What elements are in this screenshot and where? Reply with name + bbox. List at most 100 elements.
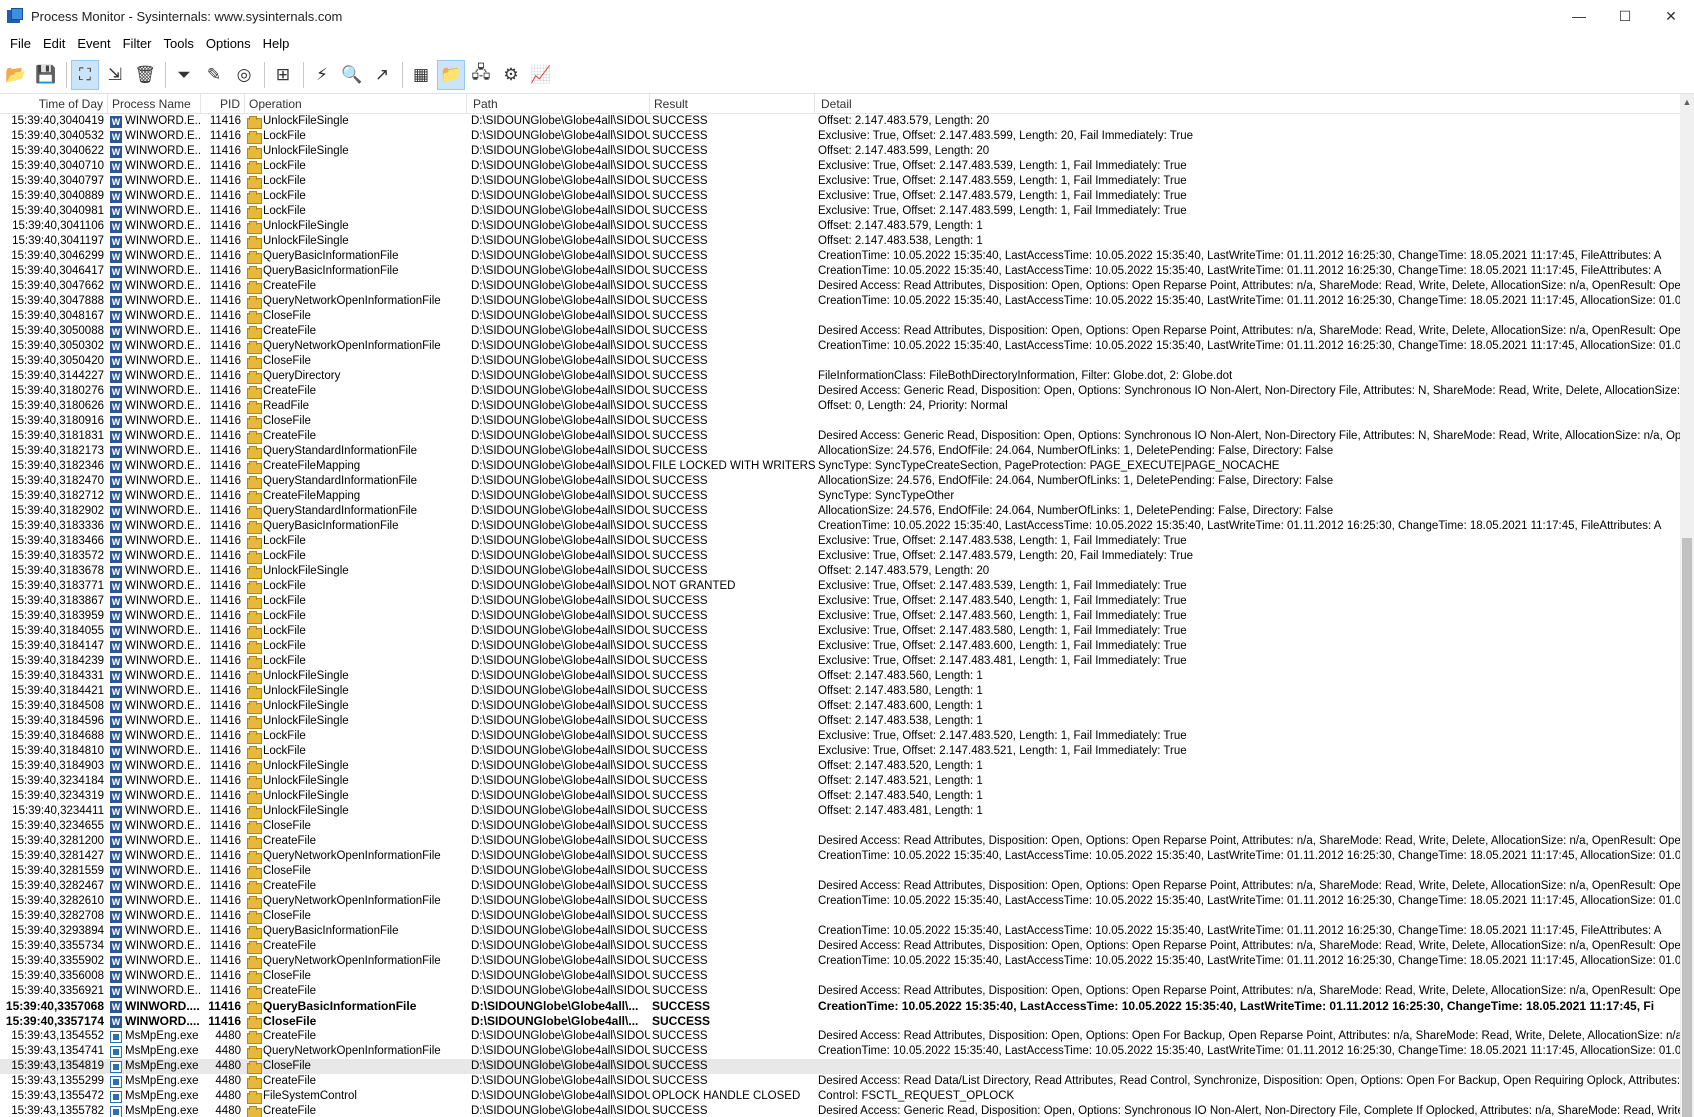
table-row[interactable]: 15:39:40,3355902 W WINWORD.E... 11416 QueryN… <box>0 954 1680 969</box>
table-row[interactable]: 15:39:40,3183336 W WINWORD.E... 11416 QueryB… <box>0 519 1680 534</box>
registry-activity-button[interactable]: ▦ <box>407 60 435 90</box>
table-row[interactable]: 15:39:40,3281200 W WINWORD.E... 11416 Create… <box>0 834 1680 849</box>
table-row[interactable]: 15:39:40,3182470 W WINWORD.E... 11416 QueryS… <box>0 474 1680 489</box>
table-row[interactable]: 15:39:40,3357068 W WINWORD.... 11416 QueryBa… <box>0 999 1680 1014</box>
network-activity-button[interactable]: 🖧 <box>467 60 495 90</box>
column-header-time[interactable]: Time of Day <box>0 94 108 114</box>
menu-file[interactable]: File <box>4 34 37 53</box>
jump-button[interactable]: ↗ <box>368 60 396 90</box>
vertical-scrollbar[interactable]: ▲ <box>1680 94 1694 1117</box>
menu-event[interactable]: Event <box>71 34 116 53</box>
table-row[interactable]: 15:39:40,3180626 W WINWORD.E... 11416 ReadFi… <box>0 399 1680 414</box>
table-row[interactable]: 15:39:40,3144227 W WINWORD.E... 11416 QueryD… <box>0 369 1680 384</box>
table-row[interactable]: 15:39:40,3281427 W WINWORD.E... 11416 QueryN… <box>0 849 1680 864</box>
menu-tools[interactable]: Tools <box>158 34 200 53</box>
table-row[interactable]: 15:39:40,3183466 W WINWORD.E... 11416 LockFi… <box>0 534 1680 549</box>
scrollbar-thumb[interactable] <box>1682 538 1692 1117</box>
table-row[interactable]: 15:39:40,3282610 W WINWORD.E... 11416 QueryN… <box>0 894 1680 909</box>
clear-button[interactable]: 🗑 <box>131 60 159 90</box>
table-row[interactable]: 15:39:43,1354552 MsMpEng.exe 4480 CreateFil… <box>0 1029 1680 1044</box>
filter-button[interactable]: ⏷ <box>170 60 198 90</box>
table-row[interactable]: 15:39:40,3183678 W WINWORD.E... 11416 Unlock… <box>0 564 1680 579</box>
table-row[interactable]: 15:39:40,3183959 W WINWORD.E... 11416 LockFi… <box>0 609 1680 624</box>
menu-options[interactable]: Options <box>200 34 257 53</box>
table-row[interactable]: 15:39:40,3040532 W WINWORD.E... 11416 LockFi… <box>0 129 1680 144</box>
table-row[interactable]: 15:39:40,3182712 W WINWORD.E... 11416 Create… <box>0 489 1680 504</box>
close-button[interactable]: ✕ <box>1648 0 1694 32</box>
table-row[interactable]: 15:39:40,3182173 W WINWORD.E... 11416 QueryS… <box>0 444 1680 459</box>
table-row[interactable]: 15:39:40,3040797 W WINWORD.E... 11416 LockFi… <box>0 174 1680 189</box>
table-row[interactable]: 15:39:40,3046299 W WINWORD.E... 11416 QueryB… <box>0 249 1680 264</box>
table-row[interactable]: 15:39:40,3040622 W WINWORD.E... 11416 Unlock… <box>0 144 1680 159</box>
table-row[interactable]: 15:39:43,1354741 MsMpEng.exe 4480 QueryNetw… <box>0 1044 1680 1059</box>
table-row[interactable]: 15:39:40,3184421 W WINWORD.E... 11416 Unlock… <box>0 684 1680 699</box>
table-row[interactable]: 15:39:40,3356921 W WINWORD.E... 11416 Create… <box>0 984 1680 999</box>
minimize-button[interactable]: — <box>1556 0 1602 32</box>
table-row[interactable]: 15:39:40,3041197 W WINWORD.E... 11416 Unlock… <box>0 234 1680 249</box>
highlight-button[interactable]: ✎ <box>200 60 228 90</box>
table-row[interactable]: 15:39:40,3040981 W WINWORD.E... 11416 LockFi… <box>0 204 1680 219</box>
process-tree-button[interactable]: ⊞ <box>269 60 297 90</box>
table-row[interactable]: 15:39:40,3184331 W WINWORD.E... 11416 Unlock… <box>0 669 1680 684</box>
events-button[interactable]: ⚡ <box>308 60 336 90</box>
table-row[interactable]: 15:39:40,3184810 W WINWORD.E... 11416 LockFi… <box>0 744 1680 759</box>
open-button[interactable]: 📂 <box>2 60 30 90</box>
table-row[interactable]: 15:39:43,1354819 MsMpEng.exe 4480 CloseFile… <box>0 1059 1680 1074</box>
profiling-activity-button[interactable]: 📈 <box>527 60 555 90</box>
table-row[interactable]: 15:39:40,3046417 W WINWORD.E... 11416 QueryB… <box>0 264 1680 279</box>
column-header-detail[interactable]: Detail <box>815 94 1680 114</box>
table-row[interactable]: 15:39:40,3183572 W WINWORD.E... 11416 LockFi… <box>0 549 1680 564</box>
table-row[interactable]: 15:39:40,3183771 W WINWORD.E... 11416 LockFi… <box>0 579 1680 594</box>
table-row[interactable]: 15:39:40,3356008 W WINWORD.E... 11416 CloseF… <box>0 969 1680 984</box>
table-row[interactable]: 15:39:40,3184508 W WINWORD.E... 11416 Unlock… <box>0 699 1680 714</box>
table-row[interactable]: 15:39:43,1355299 MsMpEng.exe 4480 CreateFil… <box>0 1074 1680 1089</box>
table-row[interactable]: 15:39:40,3234655 W WINWORD.E... 11416 CloseF… <box>0 819 1680 834</box>
menu-filter[interactable]: Filter <box>117 34 158 53</box>
table-row[interactable]: 15:39:43,1355782 MsMpEng.exe 4480 CreateFil… <box>0 1104 1680 1117</box>
table-row[interactable]: 15:39:40,3050420 W WINWORD.E... 11416 CloseF… <box>0 354 1680 369</box>
table-row[interactable]: 15:39:40,3234184 W WINWORD.E... 11416 Unlock… <box>0 774 1680 789</box>
table-row[interactable]: 15:39:40,3282467 W WINWORD.E... 11416 Create… <box>0 879 1680 894</box>
table-row[interactable]: 15:39:40,3047662 W WINWORD.E... 11416 Create… <box>0 279 1680 294</box>
scroll-up-arrow-icon[interactable]: ▲ <box>1680 94 1694 110</box>
table-row[interactable]: 15:39:40,3234319 W WINWORD.E... 11416 Unlock… <box>0 789 1680 804</box>
table-row[interactable]: 15:39:40,3357174 W WINWORD.... 11416 CloseFi… <box>0 1014 1680 1029</box>
table-row[interactable]: 15:39:40,3282708 W WINWORD.E... 11416 CloseF… <box>0 909 1680 924</box>
table-row[interactable]: 15:39:40,3040889 W WINWORD.E... 11416 LockFi… <box>0 189 1680 204</box>
table-row[interactable]: 15:39:43,1355472 MsMpEng.exe 4480 FileSyste… <box>0 1089 1680 1104</box>
table-row[interactable]: 15:39:40,3180276 W WINWORD.E... 11416 Create… <box>0 384 1680 399</box>
capture-button[interactable]: ⛶ <box>71 59 99 90</box>
column-header-path[interactable]: Path <box>467 94 650 114</box>
maximize-button[interactable]: ☐ <box>1602 0 1648 32</box>
table-row[interactable]: 15:39:40,3355734 W WINWORD.E... 11416 Create… <box>0 939 1680 954</box>
save-button[interactable]: 💾 <box>32 60 60 90</box>
menu-edit[interactable]: Edit <box>37 34 71 53</box>
table-row[interactable]: 15:39:40,3281559 W WINWORD.E... 11416 CloseF… <box>0 864 1680 879</box>
table-row[interactable]: 15:39:40,3182346 W WINWORD.E... 11416 Create… <box>0 459 1680 474</box>
menu-help[interactable]: Help <box>257 34 296 53</box>
table-row[interactable]: 15:39:40,3040419 W WINWORD.E... 11416 Unlock… <box>0 114 1680 129</box>
autoscroll-button[interactable]: ⇲ <box>101 60 129 90</box>
table-row[interactable]: 15:39:40,3040710 W WINWORD.E... 11416 LockFi… <box>0 159 1680 174</box>
table-row[interactable]: 15:39:40,3184239 W WINWORD.E... 11416 LockFi… <box>0 654 1680 669</box>
table-row[interactable]: 15:39:40,3182902 W WINWORD.E... 11416 QueryS… <box>0 504 1680 519</box>
table-row[interactable]: 15:39:40,3041106 W WINWORD.E... 11416 Unlock… <box>0 219 1680 234</box>
target-button[interactable]: ◎ <box>230 60 258 90</box>
table-row[interactable]: 15:39:40,3180916 W WINWORD.E... 11416 CloseF… <box>0 414 1680 429</box>
process-activity-button[interactable]: ⚙ <box>497 60 525 90</box>
table-row[interactable]: 15:39:40,3184688 W WINWORD.E... 11416 LockFi… <box>0 729 1680 744</box>
table-row[interactable]: 15:39:40,3181831 W WINWORD.E... 11416 Create… <box>0 429 1680 444</box>
find-button[interactable]: 🔍 <box>338 60 366 90</box>
table-row[interactable]: 15:39:40,3047888 W WINWORD.E... 11416 QueryN… <box>0 294 1680 309</box>
column-header-result[interactable]: Result <box>650 94 815 114</box>
table-row[interactable]: 15:39:40,3184596 W WINWORD.E... 11416 Unlock… <box>0 714 1680 729</box>
table-row[interactable]: 15:39:40,3050302 W WINWORD.E... 11416 QueryN… <box>0 339 1680 354</box>
table-row[interactable]: 15:39:40,3184147 W WINWORD.E... 11416 LockFi… <box>0 639 1680 654</box>
column-header-pid[interactable]: PID <box>201 94 245 114</box>
table-row[interactable]: 15:39:40,3048167 W WINWORD.E... 11416 CloseF… <box>0 309 1680 324</box>
table-row[interactable]: 15:39:40,3234411 W WINWORD.E... 11416 Unlock… <box>0 804 1680 819</box>
column-header-operation[interactable]: Operation <box>245 94 467 114</box>
table-row[interactable]: 15:39:40,3183867 W WINWORD.E... 11416 LockFi… <box>0 594 1680 609</box>
table-row[interactable]: 15:39:40,3184055 W WINWORD.E... 11416 LockFi… <box>0 624 1680 639</box>
table-row[interactable]: 15:39:40,3293894 W WINWORD.E... 11416 QueryB… <box>0 924 1680 939</box>
